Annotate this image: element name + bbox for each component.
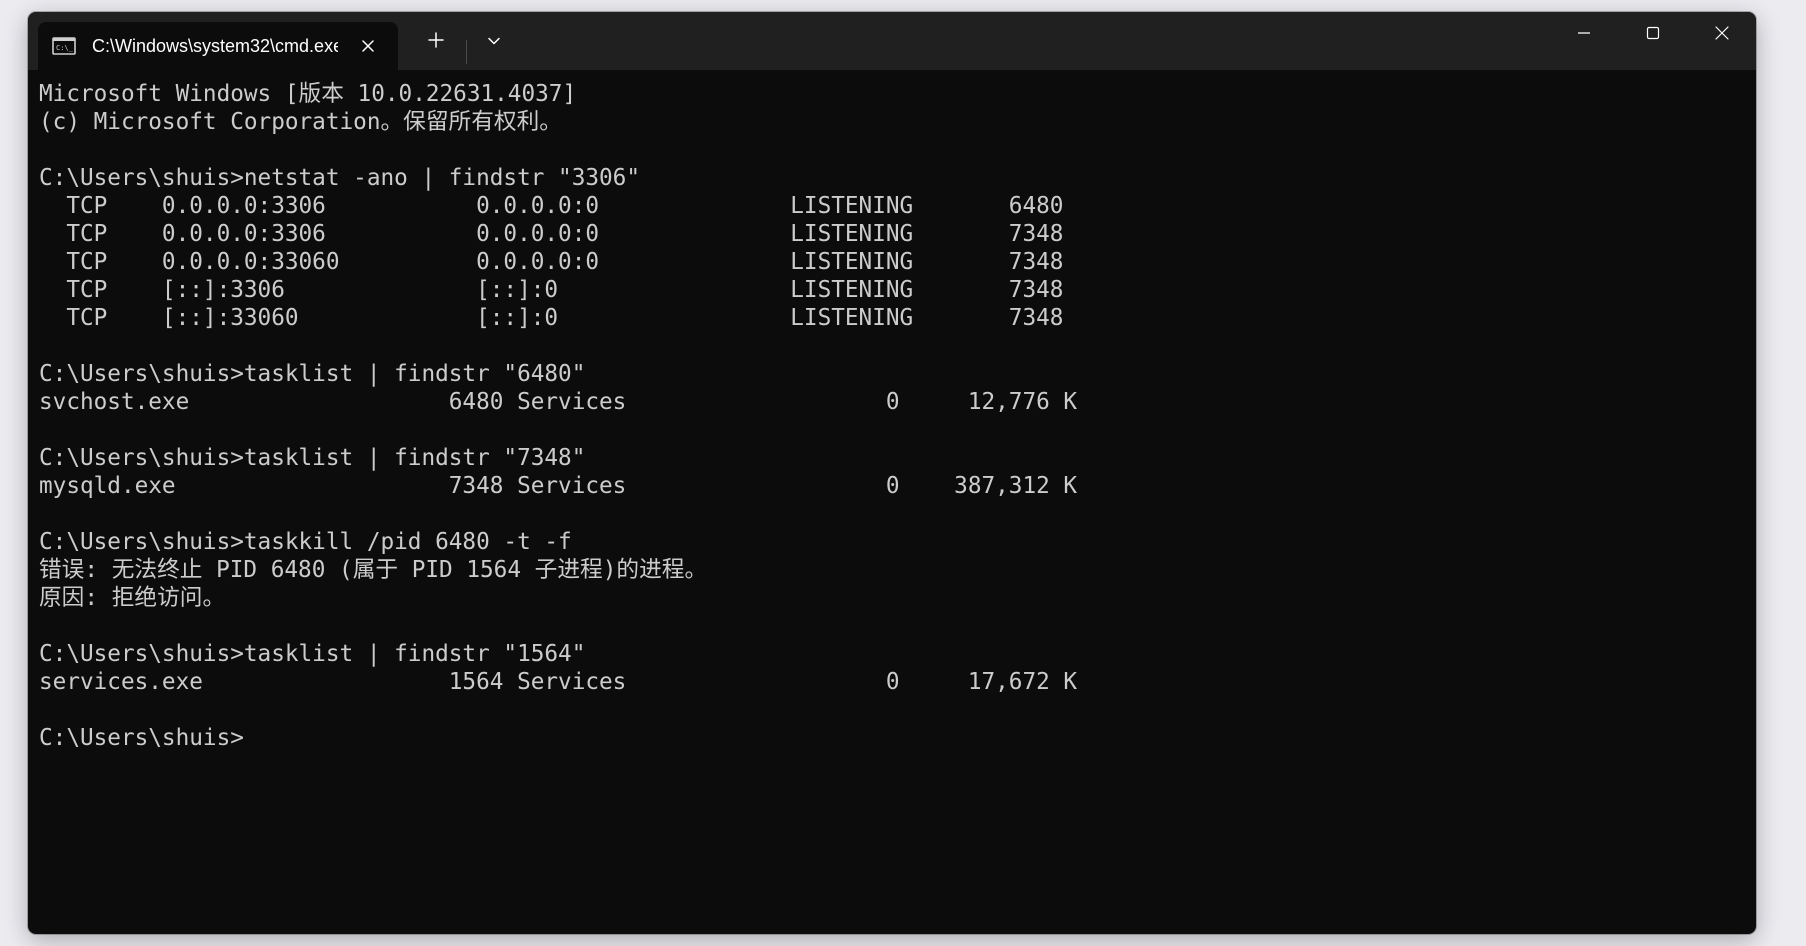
console-output[interactable]: Microsoft Windows [版本 10.0.22631.4037] (… [39,80,1739,920]
console-line: services.exe 1564 Services 0 17,672 K [39,669,1078,695]
new-tab-button[interactable] [416,22,456,62]
maximize-button[interactable] [1618,12,1687,64]
terminal-icon: C:\_ [52,36,76,56]
tab-title: C:\Windows\system32\cmd.exe [92,35,338,56]
console-line: 错误: 无法终止 PID 6480 (属于 PID 1564 子进程)的进程。 [39,557,708,583]
console-line: TCP 0.0.0.0:3306 0.0.0.0:0 LISTENING 734… [39,221,1064,247]
terminal-window: C:\_ C:\Windows\system32\cmd.exe Microso… [28,12,1756,934]
console-line: Microsoft Windows [版本 10.0.22631.4037] [39,81,577,107]
console-line: C:\Users\shuis>tasklist | findstr "1564" [39,641,586,667]
tab-cmd[interactable]: C:\_ C:\Windows\system32\cmd.exe [38,22,398,70]
console-line: TCP [::]:3306 [::]:0 LISTENING 7348 [39,277,1064,303]
svg-text:C:\_: C:\_ [56,44,74,52]
maximize-icon [1645,25,1661,45]
profile-dropdown-button[interactable] [474,22,514,62]
title-bar[interactable]: C:\_ C:\Windows\system32\cmd.exe [28,12,1756,70]
console-prompt[interactable]: C:\Users\shuis> [39,724,1739,752]
console-line: svchost.exe 6480 Services 0 12,776 K [39,389,1078,415]
console-line: 原因: 拒绝访问。 [39,585,226,611]
minimize-icon [1576,25,1592,45]
console-line: C:\Users\shuis>netstat -ano | findstr "3… [39,165,640,191]
close-icon [1714,25,1730,45]
console-line: (c) Microsoft Corporation。保留所有权利。 [39,109,562,135]
console-line: C:\Users\shuis>tasklist | findstr "6480" [39,361,586,387]
tab-close-icon[interactable] [356,34,380,58]
close-button[interactable] [1687,12,1756,64]
window-controls [1549,12,1756,70]
plus-icon [427,31,445,53]
tab-separator [466,40,467,64]
console-line: TCP 0.0.0.0:3306 0.0.0.0:0 LISTENING 648… [39,193,1064,219]
console-line: TCP [::]:33060 [::]:0 LISTENING 7348 [39,305,1064,331]
minimize-button[interactable] [1549,12,1618,64]
chevron-down-icon [487,33,501,52]
console-line: C:\Users\shuis>taskkill /pid 6480 -t -f [39,529,572,555]
console-line: C:\Users\shuis>tasklist | findstr "7348" [39,445,586,471]
console-line: TCP 0.0.0.0:33060 0.0.0.0:0 LISTENING 73… [39,249,1064,275]
console-line: mysqld.exe 7348 Services 0 387,312 K [39,473,1078,499]
